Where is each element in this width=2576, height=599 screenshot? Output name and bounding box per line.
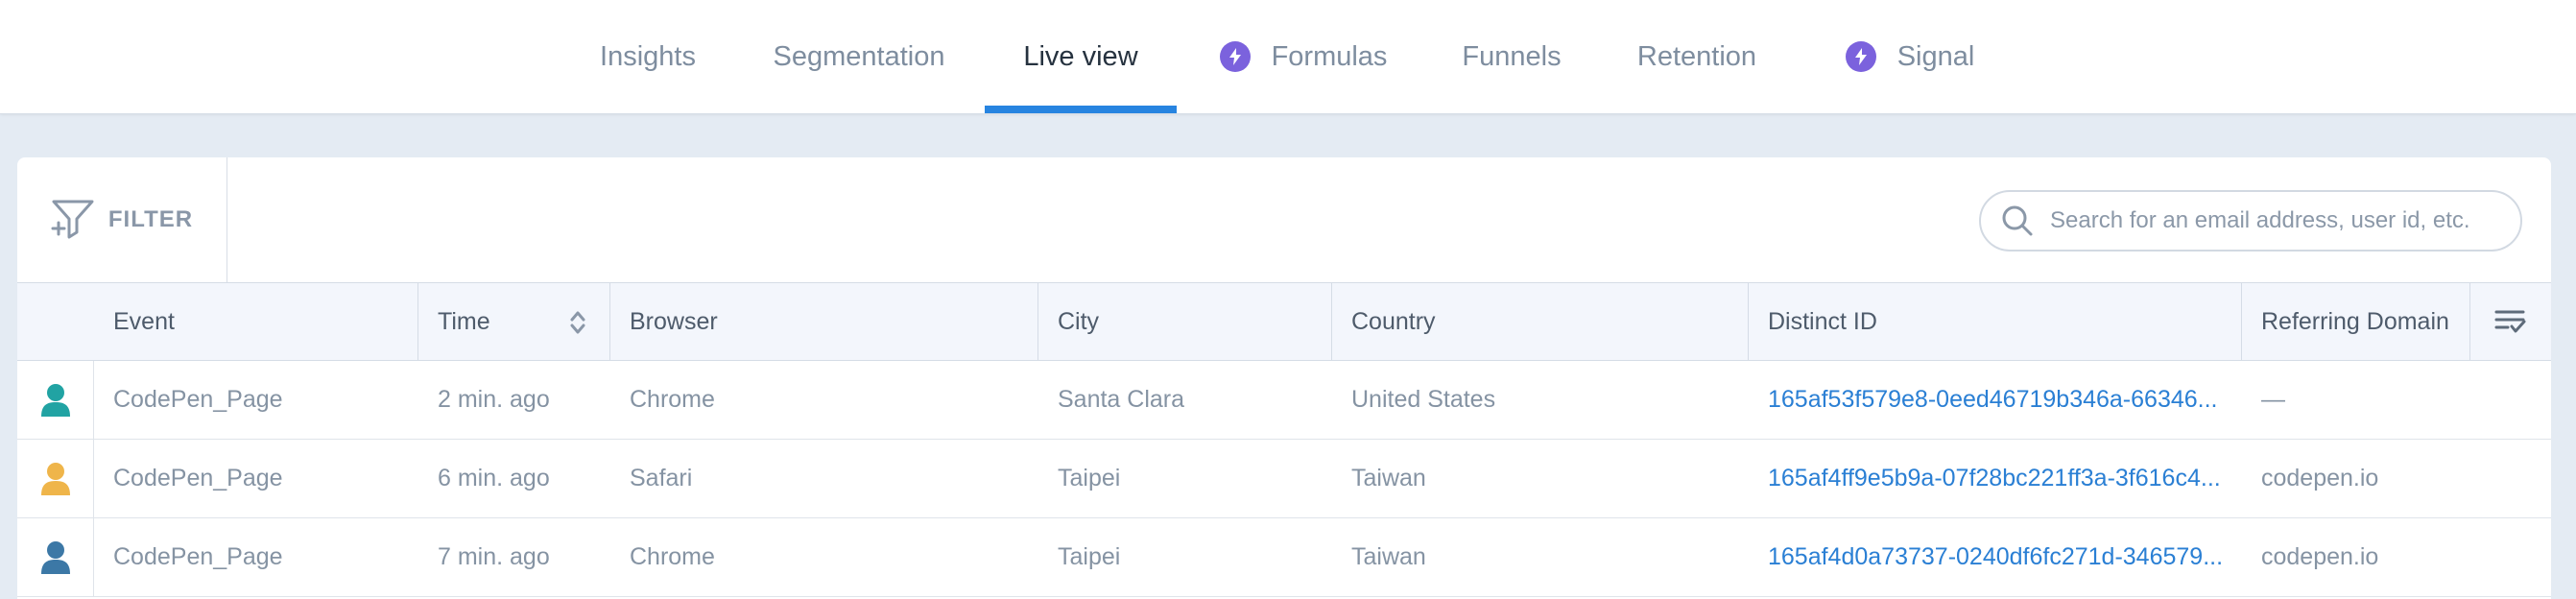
city-cell: Taipei <box>1058 465 1121 491</box>
filter-label: FILTER <box>107 206 194 232</box>
tab-label: Insights <box>600 40 696 72</box>
column-settings-icon <box>2494 310 2526 333</box>
country-cell: Taiwan <box>1351 465 1426 491</box>
tab-formulas[interactable]: Formulas <box>1217 0 1390 113</box>
event-cell: CodePen_Page <box>113 386 283 413</box>
column-header-country[interactable]: Country <box>1332 283 1749 360</box>
country-cell: United States <box>1351 386 1496 413</box>
live-view-panel: FILTER Event Time Browser City Country <box>17 157 2551 599</box>
user-icon <box>40 462 70 495</box>
column-header-distinct-id[interactable]: Distinct ID <box>1749 283 2242 360</box>
time-cell: 6 min. ago <box>438 465 550 491</box>
browser-cell: Chrome <box>630 543 715 570</box>
tab-live-view[interactable]: Live view <box>985 0 1177 113</box>
lightning-bolt-icon <box>1219 41 1251 72</box>
search-icon <box>2002 205 2033 236</box>
tab-label: Signal <box>1896 40 1975 72</box>
sort-toggle-icon[interactable] <box>569 310 586 335</box>
avatar-column-header <box>17 283 94 360</box>
column-header-label: Referring Domain <box>2261 307 2449 335</box>
tab-segmentation[interactable]: Segmentation <box>772 0 946 113</box>
event-cell: CodePen_Page <box>113 543 283 570</box>
column-header-label: City <box>1058 307 1100 335</box>
table-row[interactable]: CodePen_Page 2 min. ago Chrome Santa Cla… <box>17 361 2551 440</box>
distinct-id-link[interactable]: 165af4ff9e5b9a-07f28bc221ff3a-3f616c4... <box>1749 440 2242 517</box>
active-tab-indicator <box>985 106 1177 113</box>
referring-domain-cell: codepen.io <box>2261 543 2379 570</box>
referring-domain-cell: — <box>2261 386 2285 413</box>
search-box[interactable] <box>1979 190 2522 252</box>
tab-signal[interactable]: Signal <box>1839 0 1981 113</box>
tab-retention[interactable]: Retention <box>1635 0 1758 113</box>
column-header-event[interactable]: Event <box>94 283 418 360</box>
column-header-referring-domain[interactable]: Referring Domain <box>2242 283 2470 360</box>
column-header-label: Distinct ID <box>1768 307 1877 335</box>
lightning-bolt-icon <box>1845 41 1876 72</box>
column-header-label: Time <box>438 307 490 335</box>
time-cell: 2 min. ago <box>438 386 550 413</box>
distinct-id-link[interactable]: 165af4d0a73737-0240df6fc271d-346579... <box>1749 518 2242 596</box>
column-header-city[interactable]: City <box>1038 283 1332 360</box>
table-header: Event Time Browser City Country Distinct… <box>17 282 2551 361</box>
table-row[interactable]: CodePen_Page 6 min. ago Safari Taipei Ta… <box>17 440 2551 518</box>
column-header-label: Browser <box>630 307 718 335</box>
city-cell: Santa Clara <box>1058 386 1185 413</box>
time-cell: 7 min. ago <box>438 543 550 570</box>
user-avatar[interactable] <box>17 361 94 439</box>
tab-label: Retention <box>1636 40 1757 72</box>
tab-label: Funnels <box>1462 40 1562 72</box>
column-settings-button[interactable] <box>2469 283 2551 360</box>
column-header-time[interactable]: Time <box>418 283 610 360</box>
user-icon <box>40 383 70 417</box>
table-row[interactable]: CodePen_Page 7 min. ago Chrome Taipei Ta… <box>17 518 2551 597</box>
browser-cell: Safari <box>630 465 693 491</box>
funnel-plus-icon <box>51 196 95 245</box>
city-cell: Taipei <box>1058 543 1121 570</box>
event-cell: CodePen_Page <box>113 465 283 491</box>
filter-button[interactable]: FILTER <box>17 157 227 282</box>
country-cell: Taiwan <box>1351 543 1426 570</box>
search-input[interactable] <box>2048 206 2503 235</box>
referring-domain-cell: codepen.io <box>2261 465 2379 491</box>
column-header-label: Event <box>113 307 175 335</box>
column-header-browser[interactable]: Browser <box>610 283 1038 360</box>
tab-funnels[interactable]: Funnels <box>1461 0 1562 113</box>
column-header-label: Country <box>1351 307 1436 335</box>
user-icon <box>40 540 70 574</box>
top-navigation: Insights Segmentation Live view Formulas… <box>0 0 2576 114</box>
user-avatar[interactable] <box>17 518 94 596</box>
tab-label: Segmentation <box>773 40 945 72</box>
distinct-id-link[interactable]: 165af53f579e8-0eed46719b346a-66346... <box>1749 361 2242 439</box>
tab-label: Live view <box>1023 40 1138 72</box>
browser-cell: Chrome <box>630 386 715 413</box>
tab-insights[interactable]: Insights <box>595 0 701 113</box>
user-avatar[interactable] <box>17 440 94 517</box>
tab-label: Formulas <box>1271 40 1388 72</box>
